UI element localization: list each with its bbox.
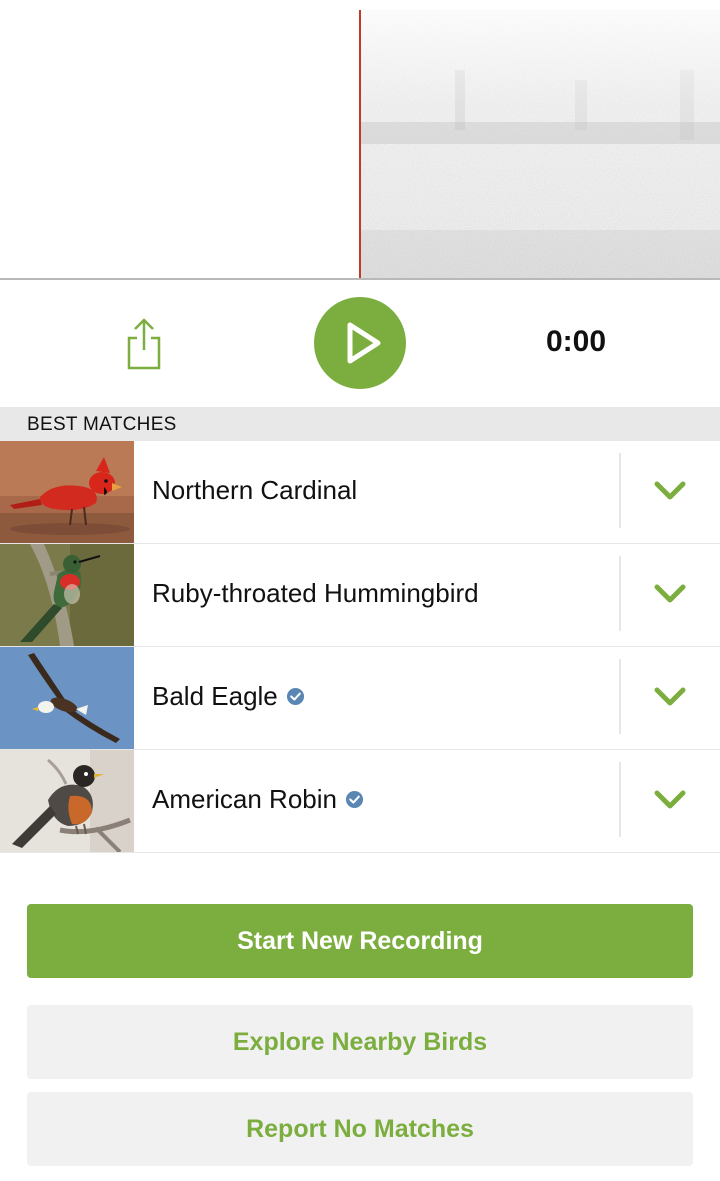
- match-name-text: Ruby-throated Hummingbird: [152, 578, 479, 608]
- explore-nearby-birds-button[interactable]: Explore Nearby Birds: [27, 1005, 693, 1079]
- chevron-down-icon: [654, 687, 686, 706]
- chevron-down-icon: [654, 481, 686, 500]
- verified-check-icon: [345, 790, 364, 809]
- chevron-down-icon: [654, 584, 686, 603]
- expand-button[interactable]: [621, 441, 720, 543]
- match-name: Ruby-throated Hummingbird: [152, 578, 479, 609]
- share-button[interactable]: [120, 316, 168, 372]
- match-name: Bald Eagle: [152, 681, 305, 712]
- match-name: Northern Cardinal: [152, 475, 357, 506]
- american-robin-photo: [0, 750, 134, 852]
- best-matches-header: BEST MATCHES: [0, 407, 720, 441]
- match-name-text: Bald Eagle: [152, 681, 278, 711]
- expand-button[interactable]: [621, 544, 720, 646]
- chevron-down-icon: [654, 790, 686, 809]
- match-row-ruby-throated-hummingbird[interactable]: Ruby-throated Hummingbird: [0, 544, 720, 647]
- northern-cardinal-photo: [0, 441, 134, 543]
- spectrogram-image: [359, 10, 720, 278]
- share-icon: [127, 318, 161, 370]
- match-row-northern-cardinal[interactable]: Northern Cardinal: [0, 441, 720, 544]
- match-name: American Robin: [152, 784, 364, 815]
- matches-list: Northern Cardinal Ruby-throated Hummingb…: [0, 441, 720, 853]
- play-icon: [347, 322, 381, 364]
- playhead-line: [359, 10, 361, 278]
- playback-time: 0:00: [545, 325, 607, 358]
- ruby-throated-hummingbird-photo: [0, 544, 134, 646]
- verified-check-icon: [286, 687, 304, 706]
- expand-button[interactable]: [621, 647, 720, 749]
- spectrogram-view[interactable]: [0, 0, 720, 280]
- match-row-american-robin[interactable]: American Robin: [0, 750, 720, 853]
- match-name-text: Northern Cardinal: [152, 475, 358, 505]
- player-controls: 0:00: [0, 280, 720, 407]
- best-matches-title: BEST MATCHES: [27, 414, 177, 435]
- match-row-bald-eagle[interactable]: Bald Eagle: [0, 647, 720, 750]
- match-name-text: American Robin: [152, 784, 337, 814]
- report-no-matches-button[interactable]: Report No Matches: [27, 1092, 693, 1166]
- bald-eagle-photo: [0, 647, 134, 749]
- expand-button[interactable]: [621, 750, 720, 852]
- start-new-recording-button[interactable]: Start New Recording: [27, 904, 693, 978]
- play-button[interactable]: [314, 297, 406, 389]
